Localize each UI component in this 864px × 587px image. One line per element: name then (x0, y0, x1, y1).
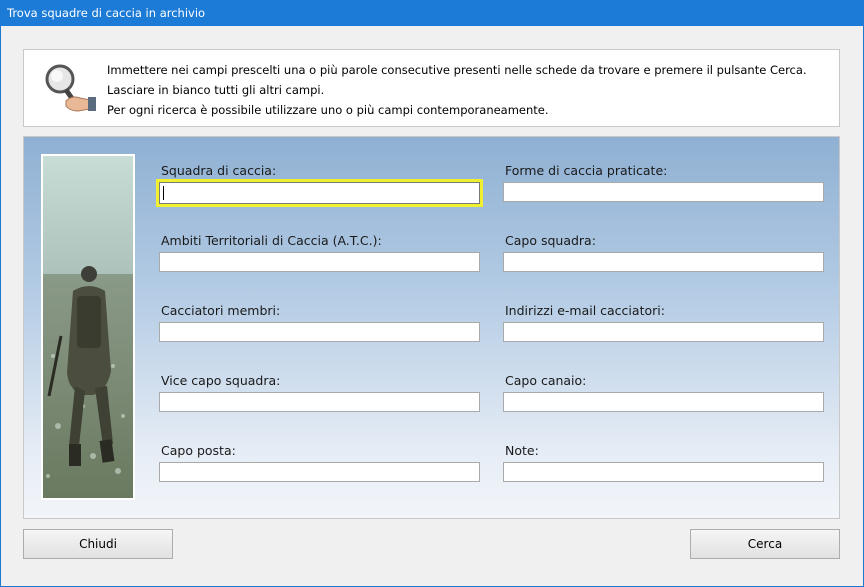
note-input[interactable] (503, 462, 824, 482)
search-button[interactable]: Cerca (690, 529, 840, 559)
instructions-panel: Immettere nei campi prescelti una o più … (23, 49, 840, 127)
magnifier-hand-icon (45, 64, 96, 112)
search-form-panel: Squadra di caccia: Ambiti Territoriali d… (23, 136, 840, 519)
text-caret (163, 186, 164, 200)
label-ambiti-territoriali: Ambiti Territoriali di Caccia (A.T.C.): (161, 233, 382, 248)
capo-canaio-input[interactable] (503, 392, 824, 412)
title-bar[interactable]: Trova squadre di caccia in archivio (0, 0, 864, 26)
label-capo-canaio: Capo canaio: (505, 373, 587, 388)
indirizzi-email-input[interactable] (503, 322, 824, 342)
search-dialog-window: Trova squadre di caccia in archivio Imme… (0, 0, 864, 587)
ambiti-territoriali-input[interactable] (159, 252, 480, 272)
instruction-line-2: Lasciare in bianco tutti gli altri campi… (107, 83, 325, 97)
hunter-photo (41, 154, 135, 500)
capo-squadra-input[interactable] (503, 252, 824, 272)
label-capo-squadra: Capo squadra: (505, 233, 596, 248)
forme-di-caccia-input[interactable] (503, 182, 824, 202)
vice-capo-squadra-input[interactable] (159, 392, 480, 412)
label-vice-capo-squadra: Vice capo squadra: (161, 373, 281, 388)
label-cacciatori-membri: Cacciatori membri: (161, 303, 281, 318)
instruction-line-1: Immettere nei campi prescelti una o più … (107, 63, 807, 77)
hunter-image (43, 156, 133, 498)
cacciatori-membri-input[interactable] (159, 322, 480, 342)
label-note: Note: (505, 443, 539, 458)
label-capo-posta: Capo posta: (161, 443, 236, 458)
close-button[interactable]: Chiudi (23, 529, 173, 559)
capo-posta-input[interactable] (159, 462, 480, 482)
instruction-line-3: Per ogni ricerca è possibile utilizzare … (107, 103, 549, 117)
squadra-di-caccia-input[interactable] (156, 179, 483, 207)
window-title: Trova squadre di caccia in archivio (7, 6, 206, 20)
label-squadra-di-caccia: Squadra di caccia: (161, 163, 277, 178)
label-forme-di-caccia: Forme di caccia praticate: (505, 163, 668, 178)
label-indirizzi-email: Indirizzi e-mail cacciatori: (505, 303, 665, 318)
